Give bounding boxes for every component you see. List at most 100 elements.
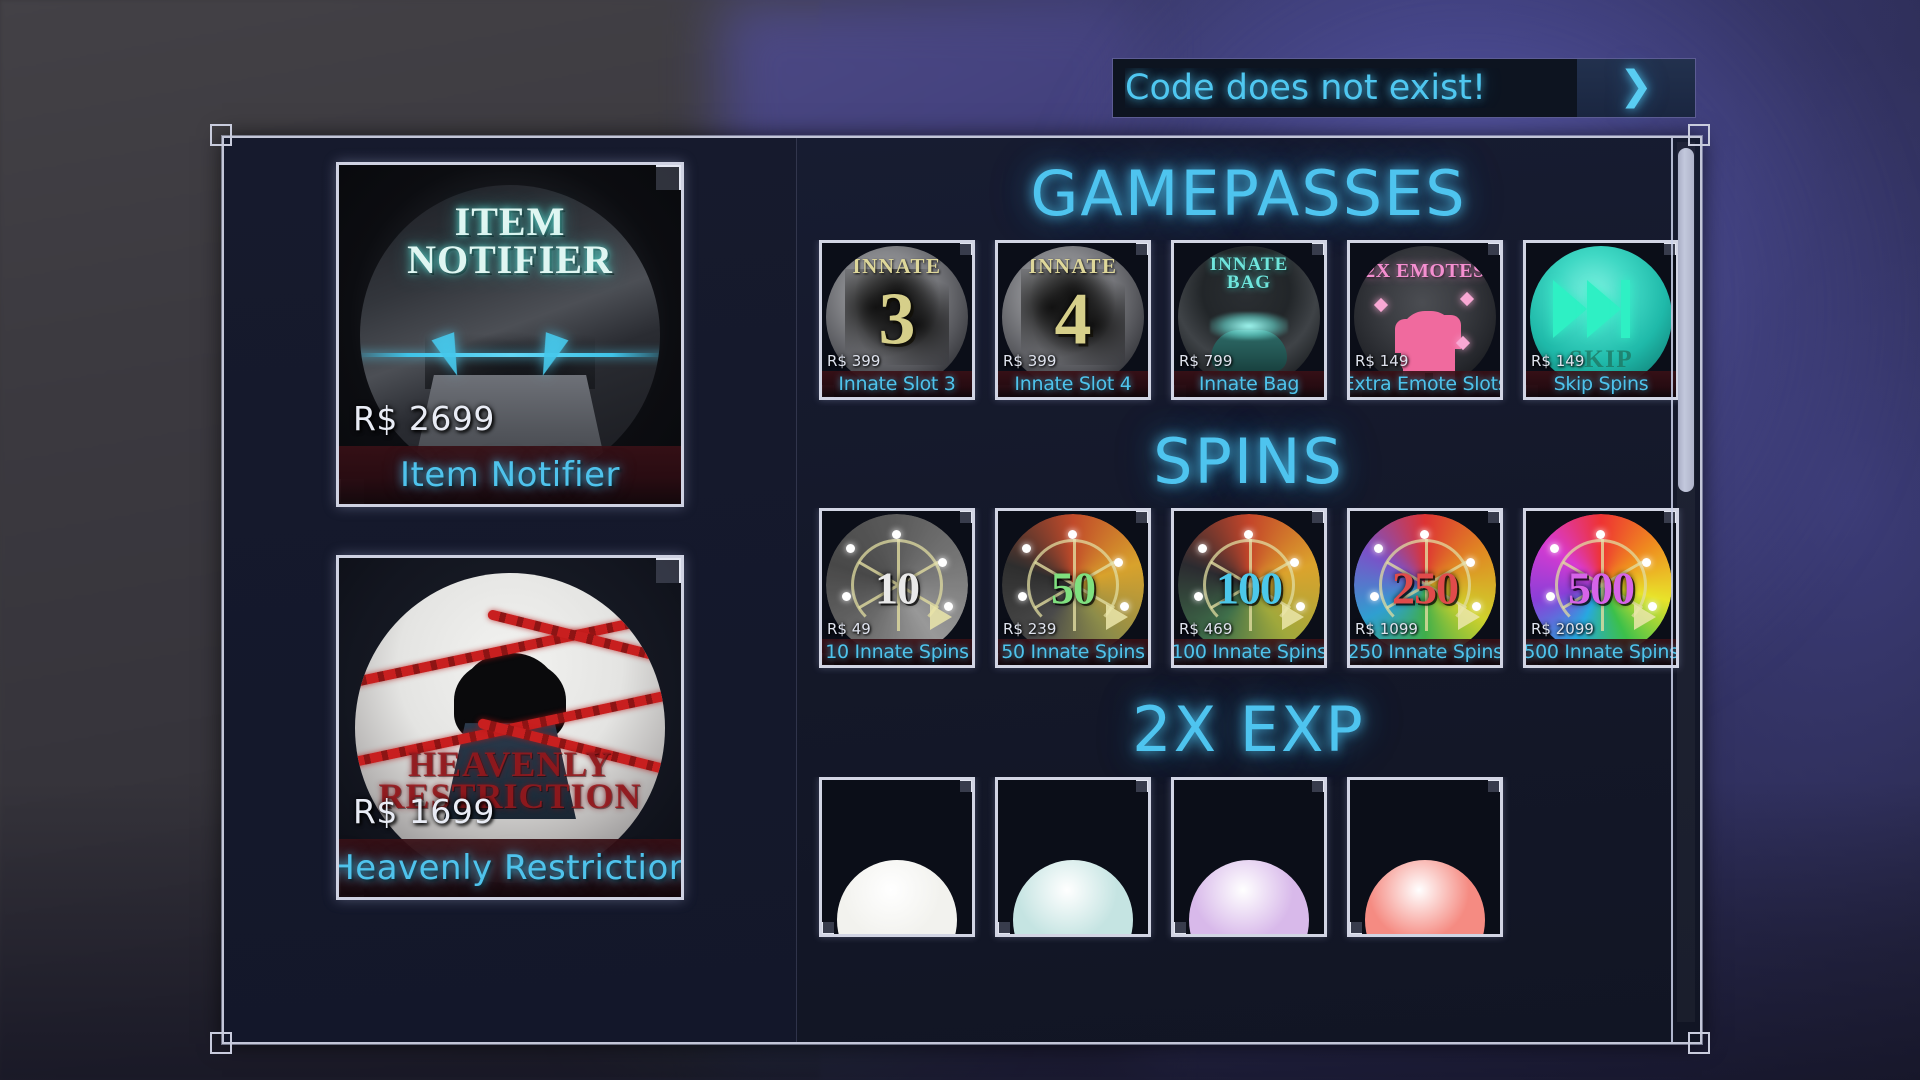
shop-card-art [822,780,972,934]
shop-card[interactable]: 500 R$ 2099 500 Innate Spins [1523,508,1679,669]
shop-card[interactable] [995,776,1151,937]
shop-card-name: 100 Innate Spins [1174,641,1324,664]
art-dot-2 [1194,592,1203,602]
scrollbar-thumb[interactable] [1678,148,1694,492]
art-triangle-2 [1587,279,1621,338]
art-dot-1 [938,558,947,568]
featured-card-price: R$ 2699 [353,399,495,438]
art-glyph: 4 [1054,278,1092,361]
art-pointer [1458,604,1480,631]
shop-card-price: R$ 2099 [1531,620,1594,639]
shop-card[interactable] [819,776,975,937]
card-row: 3 INNATE R$ 399 Innate Slot 3 4 INNATE R$ 399 I… [797,240,1700,406]
art-dot-4 [1420,530,1429,540]
featured-card-namebar: Item Notifier [339,446,681,504]
art-circle [355,572,665,883]
art-glyph: 10 [875,562,920,614]
shop-card-namebar: Skip Spins [1526,371,1676,398]
art-label: INNATE BAG [1209,254,1289,293]
card-corner-bl [1174,921,1186,934]
shop-card-namebar: Extra Emote Slots [1350,371,1500,398]
exp-potion-icon [1189,859,1309,934]
art-label: INNATE [852,254,942,279]
shop-card-name: 250 Innate Spins [1350,641,1500,664]
art-pointer [930,604,952,631]
code-submit-button[interactable]: ❯ [1577,59,1695,117]
shop-panel: ITEM NOTIFIER R$ 2699 Item Notifier HEAVENLY… [222,136,1702,1044]
card-corner-bl [998,921,1010,934]
section-title: GAMEPASSES [1030,157,1467,230]
art-dot-1 [1466,558,1475,568]
featured-column: ITEM NOTIFIER R$ 2699 Item Notifier HEAVENLY… [224,138,797,1042]
shop-card-name: Skip Spins [1553,373,1649,396]
art-dot-4 [1596,530,1605,540]
shop-card[interactable] [1347,776,1503,937]
shop-card-name: 10 Innate Spins [825,641,969,664]
card-corner-bl [1350,921,1362,934]
art-spark-2 [1455,336,1471,351]
shop-card-namebar: 10 Innate Spins [822,639,972,666]
art-dot-2 [1018,592,1027,602]
scrollbar-track[interactable] [1677,142,1695,1022]
art-dot-4 [892,530,901,540]
shop-card[interactable]: INNATE BAG R$ 799 Innate Bag [1171,240,1327,401]
shop-card-name: Innate Slot 4 [1014,373,1132,396]
featured-card[interactable]: HEAVENLY RESTRICTION R$ 1699 Heavenly Restr… [336,555,684,900]
shop-card-price: R$ 149 [1531,352,1585,371]
art-glyph: 50 [1051,562,1096,614]
exp-potion-icon [837,859,957,934]
shop-card-namebar: Innate Bag [1174,371,1324,398]
shop-card[interactable]: 10 R$ 49 10 Innate Spins [819,508,975,669]
card-corner-tr [1488,779,1500,792]
art-dot-1 [1290,558,1299,568]
shop-card[interactable]: 100 R$ 469 100 Innate Spins [1171,508,1327,669]
card-corner-tr [656,165,681,190]
art-dot-0 [1374,544,1383,554]
featured-card[interactable]: ITEM NOTIFIER R$ 2699 Item Notifier [336,162,684,507]
shop-card-name: 500 Innate Spins [1526,641,1676,664]
code-input[interactable] [1113,59,1577,117]
card-row [797,776,1700,943]
shop-card-art [1174,780,1324,934]
shop-card-price: R$ 469 [1179,620,1233,639]
scroll-edge-line [1671,138,1673,1042]
shop-card-price: R$ 399 [827,352,881,371]
exp-potion-icon [1013,859,1133,934]
art-dot-0 [1198,544,1207,554]
art-bar [1621,279,1630,338]
art-glyph: 100 [1216,562,1283,614]
section-title: 2X EXP [1132,693,1365,767]
art-dot-2 [1370,592,1379,602]
card-corner-tr [1312,511,1324,524]
shop-scroll-area[interactable]: GAMEPASSES 3 INNATE R$ 399 Innate Slot 3 4 INN… [797,138,1700,1042]
art-spark-1 [1459,292,1475,307]
shop-card[interactable]: SKIP R$ 149 Skip Spins [1523,240,1679,401]
shop-card[interactable]: 50 R$ 239 50 Innate Spins [995,508,1151,669]
shop-card-art [1350,780,1500,934]
shop-card-name: Innate Bag [1198,373,1300,396]
card-corner-tr [960,243,972,256]
shop-card[interactable]: 250 R$ 1099 250 Innate Spins [1347,508,1503,669]
shop-card-namebar: Innate Slot 4 [998,371,1148,398]
card-corner-tr [1312,779,1324,792]
card-corner-tr [960,511,972,524]
art-label: INNATE [1028,254,1118,279]
shop-card-namebar: 100 Innate Spins [1174,639,1324,666]
code-redeem-bar: ❯ [1112,58,1696,118]
art-pointer [1282,604,1304,631]
exp-potion-icon [1365,859,1485,934]
shop-card-art [998,780,1148,934]
shop-card[interactable] [1171,776,1327,937]
shop-card-namebar: 500 Innate Spins [1526,639,1676,666]
art-band [360,352,660,357]
shop-card[interactable]: 4 INNATE R$ 399 Innate Slot 4 [995,240,1151,401]
shop-card[interactable]: 2X EMOTES R$ 149 Extra Emote Slots [1347,240,1503,401]
art-title-text: ITEM NOTIFIER [407,199,613,282]
shop-card-namebar: 50 Innate Spins [998,639,1148,666]
card-row: 10 R$ 49 10 Innate Spins 50 R$ 239 50 Innate … [797,508,1700,674]
card-corner-tr [960,779,972,792]
card-corner-bl [822,921,834,934]
featured-card-price: R$ 1699 [353,792,495,831]
art-glyph: 250 [1392,562,1459,614]
shop-card[interactable]: 3 INNATE R$ 399 Innate Slot 3 [819,240,975,401]
